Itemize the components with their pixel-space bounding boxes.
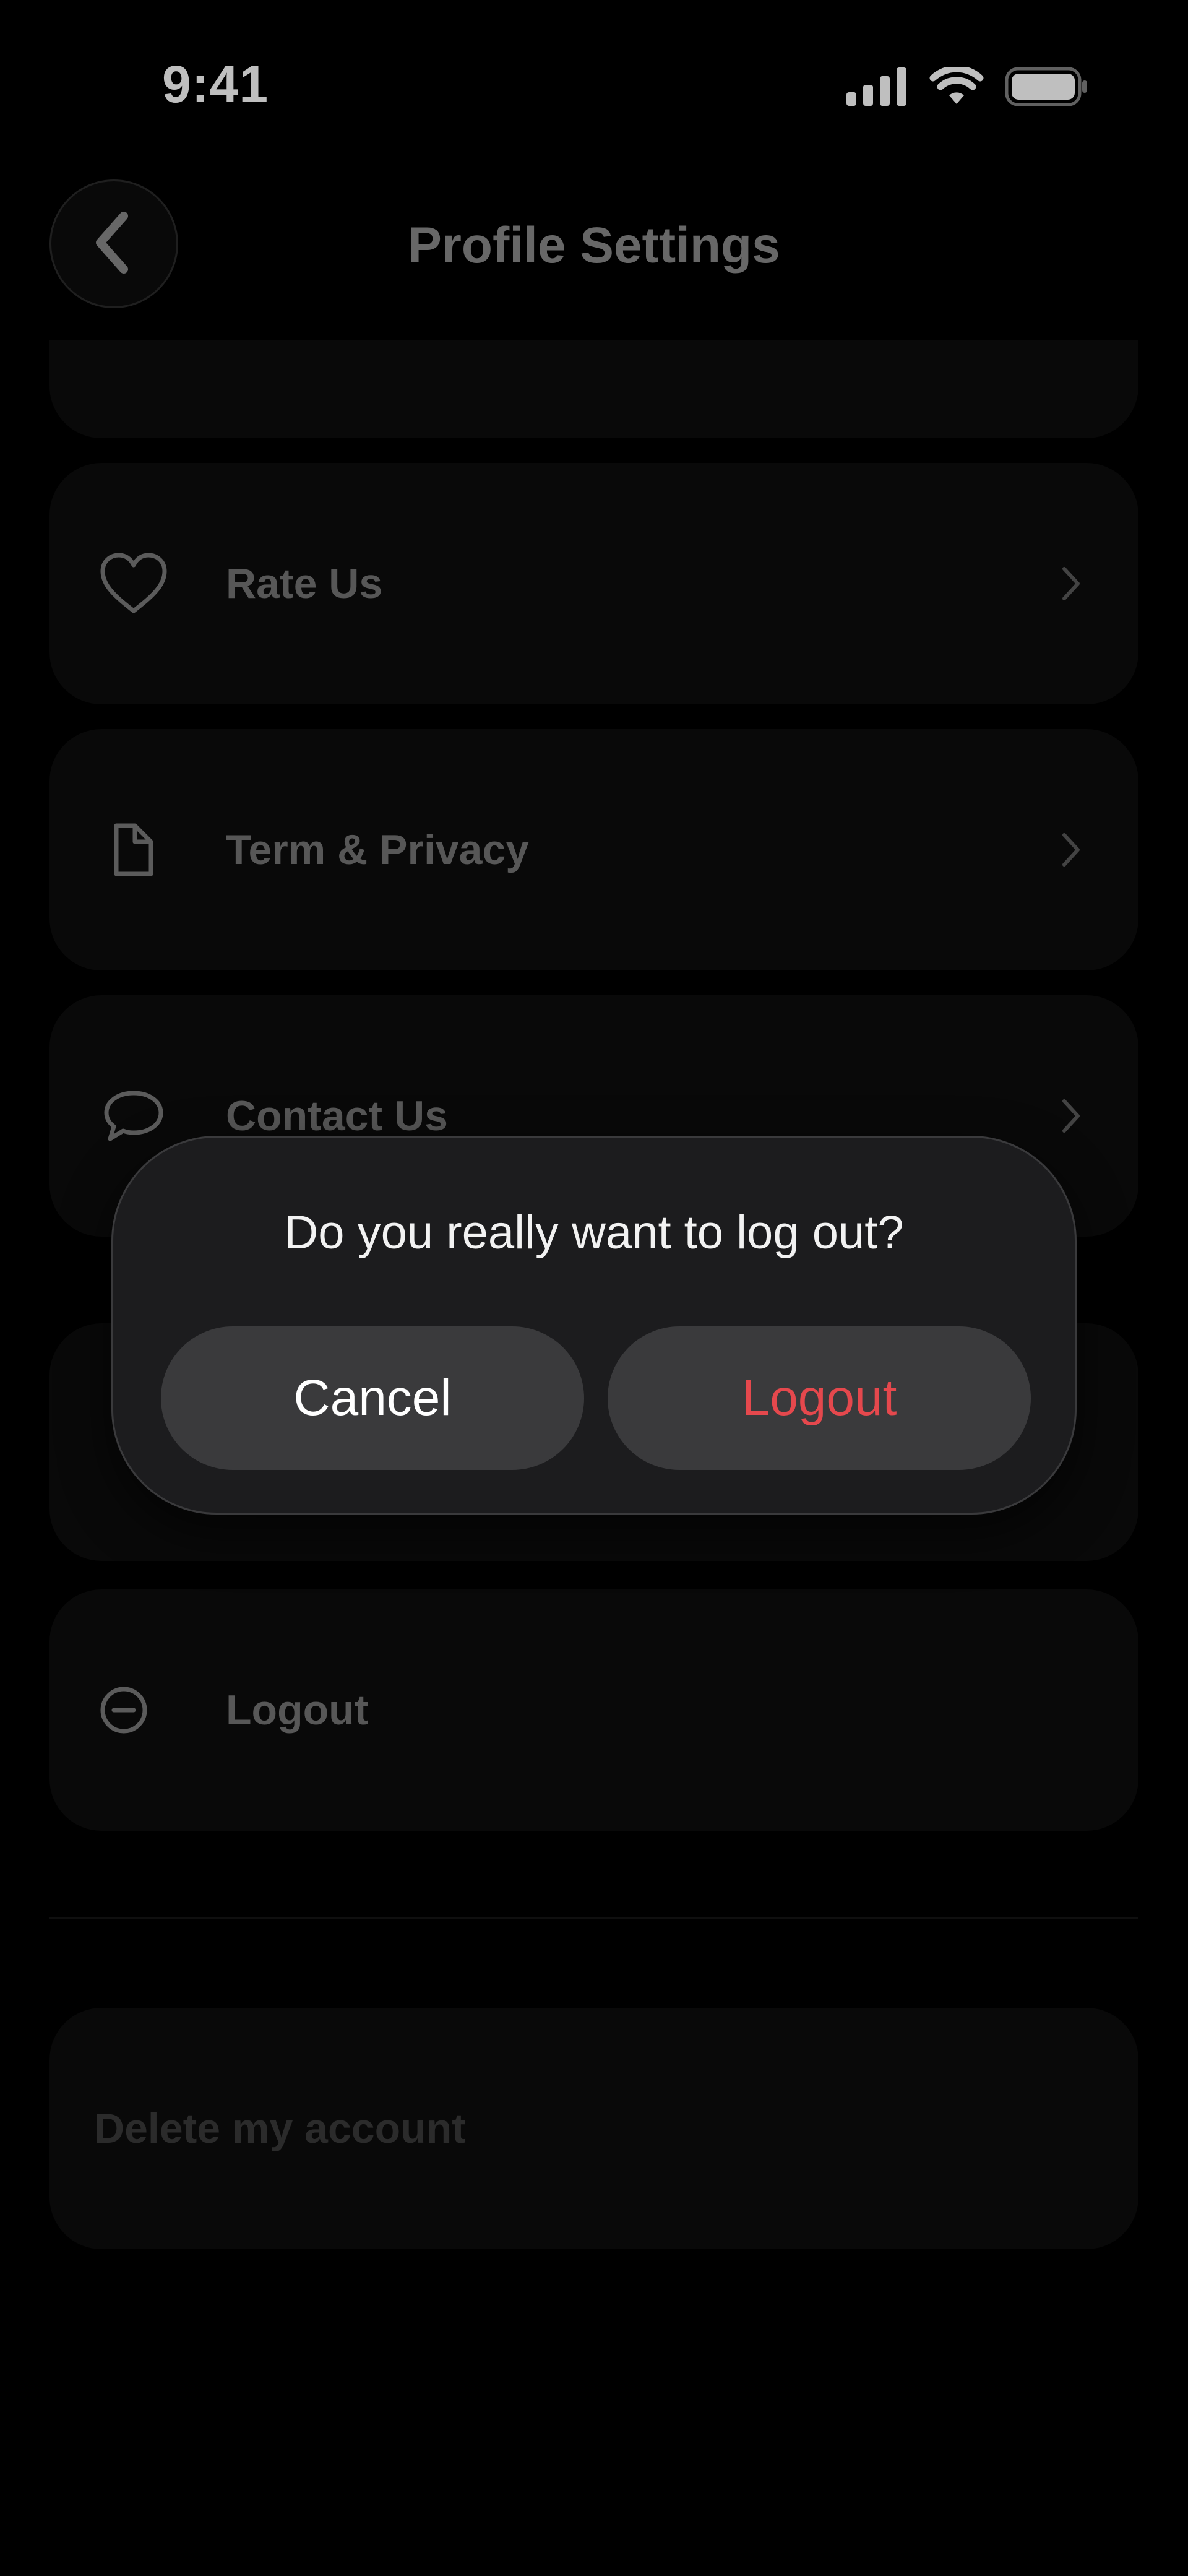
dialog-message: Do you really want to log out? — [284, 1206, 904, 1259]
confirm-logout-button[interactable]: Logout — [608, 1326, 1031, 1470]
logout-confirm-dialog: Do you really want to log out? Cancel Lo… — [111, 1136, 1077, 1515]
cancel-button[interactable]: Cancel — [161, 1326, 584, 1470]
